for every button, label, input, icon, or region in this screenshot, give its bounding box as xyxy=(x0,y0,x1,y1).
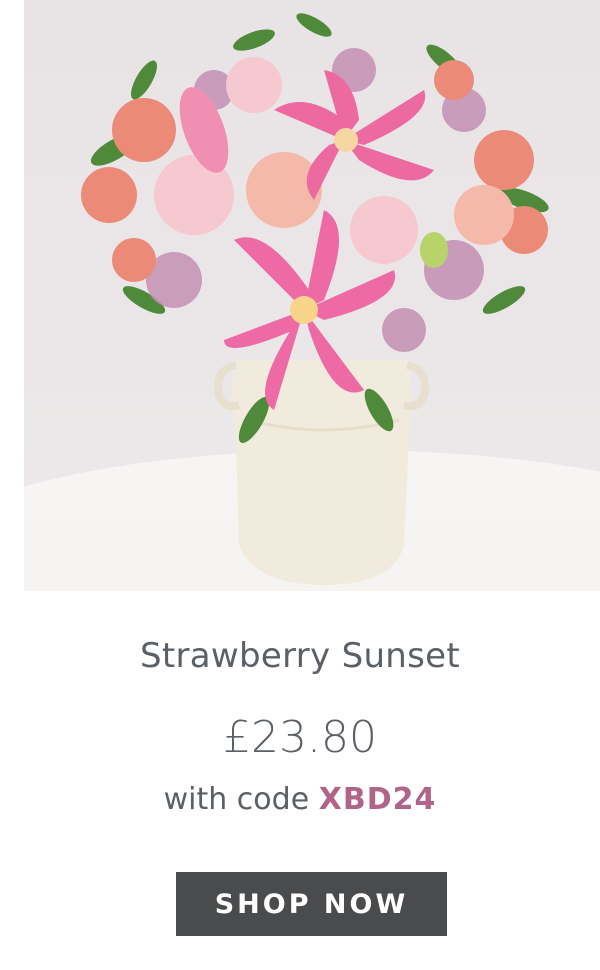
product-price: £23.80 xyxy=(223,712,377,763)
promo-code-line: with code XBD24 xyxy=(0,782,600,817)
bouquet-illustration xyxy=(24,13,600,591)
product-name[interactable]: Strawberry Sunset xyxy=(0,636,600,676)
product-card: Strawberry Sunset £23.80 with code XBD24… xyxy=(0,0,600,970)
shop-now-button[interactable]: SHOP NOW xyxy=(176,872,447,936)
promo-code-prefix: with code xyxy=(163,782,310,817)
product-photo[interactable] xyxy=(24,0,600,591)
promo-code: XBD24 xyxy=(318,782,437,817)
